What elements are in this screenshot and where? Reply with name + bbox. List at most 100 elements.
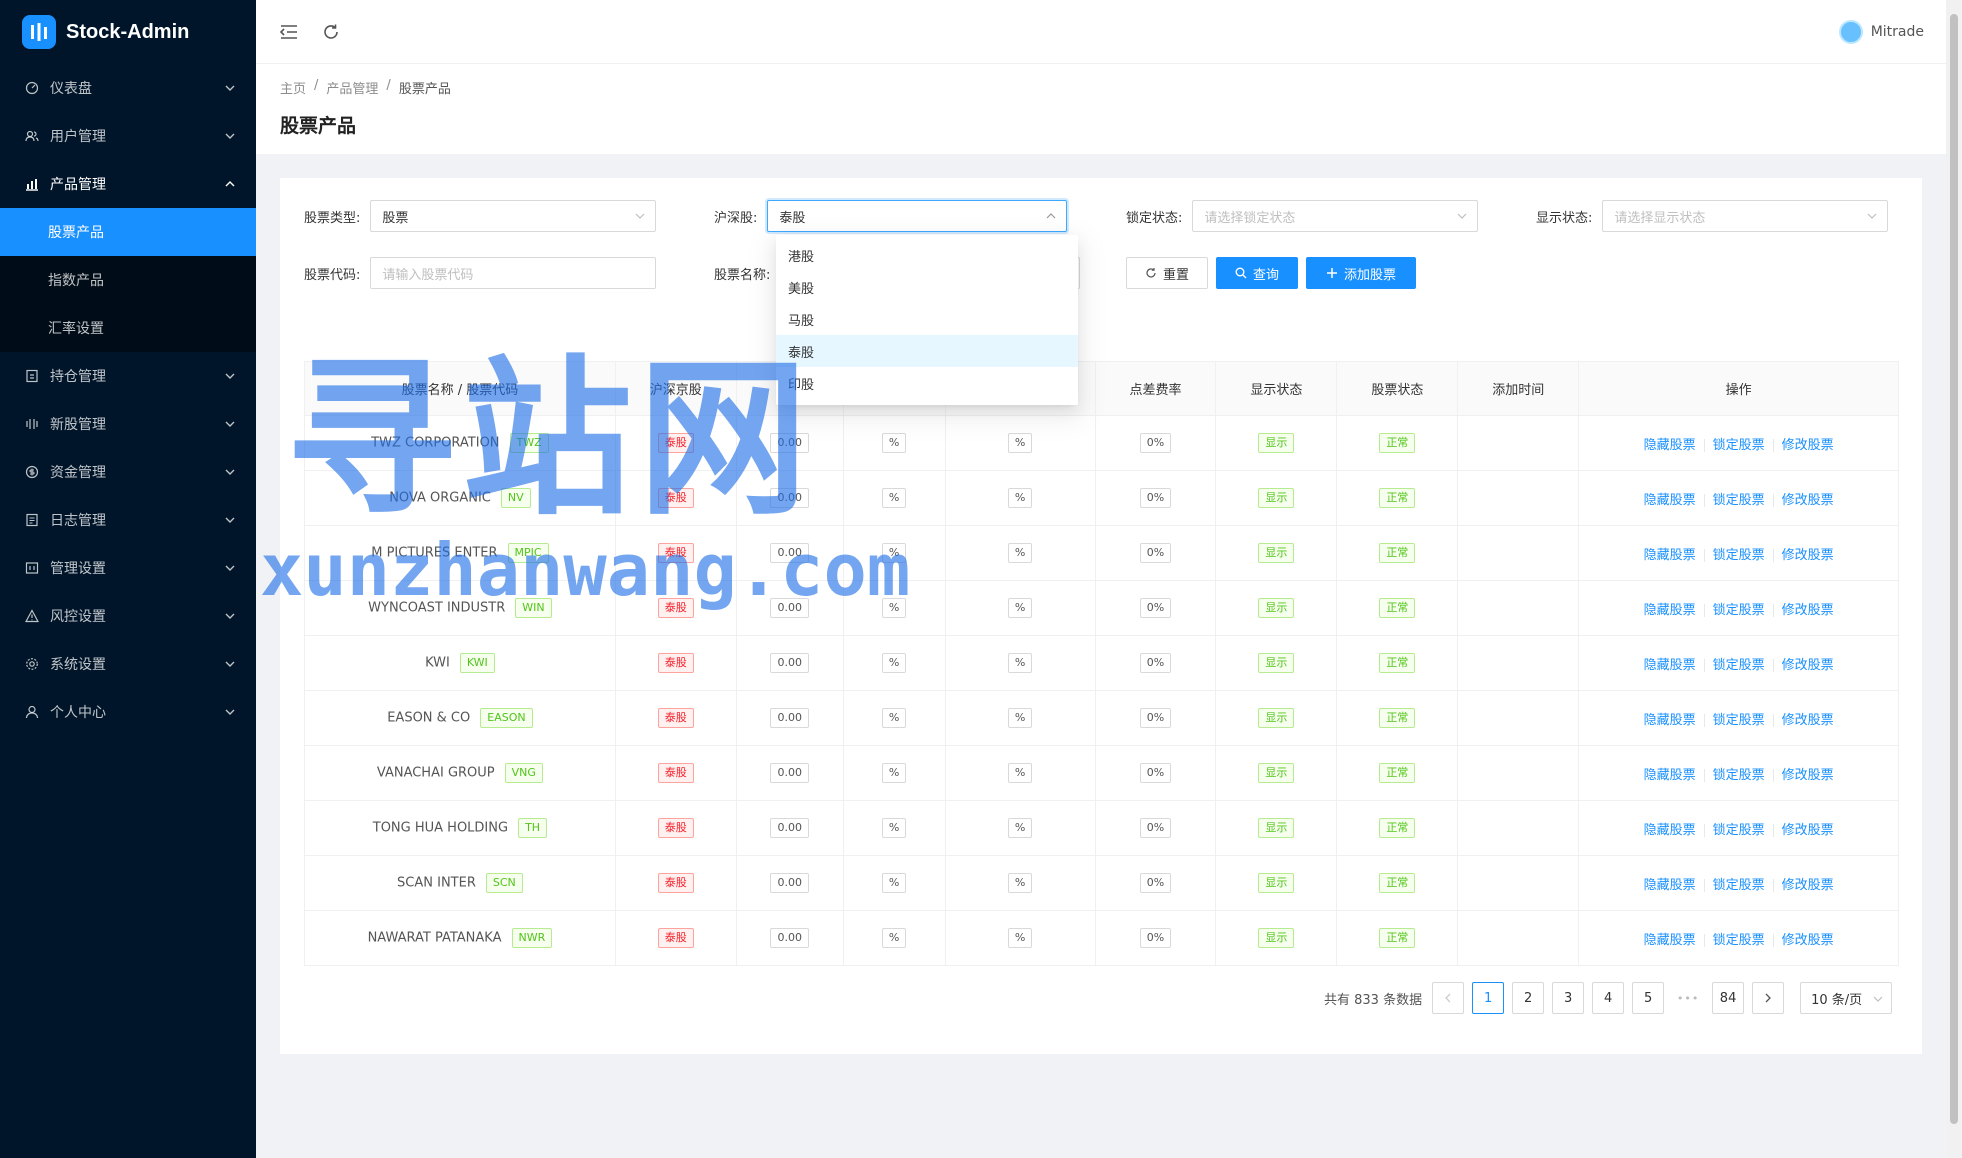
page-button-4[interactable]: 5 bbox=[1632, 982, 1665, 1014]
submenu-item-1[interactable]: 指数产品 bbox=[0, 256, 256, 304]
hide-stock-link[interactable]: 隐藏股票 bbox=[1644, 658, 1696, 673]
lock-stock-link[interactable]: 锁定股票 bbox=[1713, 493, 1765, 508]
page-scrollbar[interactable] bbox=[1946, 0, 1962, 1158]
price-tag: 0.00 bbox=[770, 598, 809, 618]
lock-stock-link[interactable]: 锁定股票 bbox=[1713, 933, 1765, 948]
market-select[interactable]: 泰股 bbox=[767, 200, 1068, 232]
last-page-button[interactable]: 84 bbox=[1712, 982, 1745, 1014]
submenu-product: 股票产品 指数产品 汇率设置 bbox=[0, 208, 256, 352]
price-cell: 0.00 bbox=[735, 800, 844, 856]
sidebar-item-3[interactable]: 持仓管理 bbox=[0, 352, 256, 400]
sidebar-item-2[interactable]: 产品管理 bbox=[0, 160, 256, 208]
lock-stock-link[interactable]: 锁定股票 bbox=[1713, 658, 1765, 673]
edit-stock-link[interactable]: 修改股票 bbox=[1782, 548, 1834, 563]
page-button-2[interactable]: 3 bbox=[1552, 982, 1585, 1014]
percent-tag: % bbox=[881, 543, 907, 563]
hide-stock-link[interactable]: 隐藏股票 bbox=[1644, 823, 1696, 838]
edit-stock-link[interactable]: 修改股票 bbox=[1782, 823, 1834, 838]
stock-status-tag: 正常 bbox=[1379, 543, 1416, 563]
sidebar-item-1[interactable]: 用户管理 bbox=[0, 112, 256, 160]
sidebar-item-7[interactable]: 管理设置 bbox=[0, 544, 256, 592]
next-page-button[interactable] bbox=[1752, 982, 1785, 1014]
lock-stock-link[interactable]: 锁定股票 bbox=[1713, 603, 1765, 618]
actions-cell: 隐藏股票 锁定股票 修改股票 bbox=[1578, 525, 1899, 581]
submenu-item-2[interactable]: 汇率设置 bbox=[0, 304, 256, 352]
price-tag: 0.00 bbox=[770, 928, 809, 948]
lock-stock-link[interactable]: 锁定股票 bbox=[1713, 768, 1765, 783]
breadcrumb-home[interactable]: 主页 bbox=[280, 78, 306, 97]
sidebar-item-10[interactable]: 个人中心 bbox=[0, 688, 256, 736]
sidebar-item-4[interactable]: 新股管理 bbox=[0, 400, 256, 448]
stock-code-input[interactable]: 请输入股票代码 bbox=[370, 257, 657, 289]
spread-tag: 0% bbox=[1139, 763, 1172, 783]
display-status-select[interactable]: 请选择显示状态 bbox=[1602, 200, 1889, 232]
sidebar-item-8[interactable]: 风控设置 bbox=[0, 592, 256, 640]
display-cell: 显示 bbox=[1215, 800, 1338, 856]
menu-fold-icon[interactable] bbox=[278, 21, 300, 43]
stock-code-label: 股票代码: bbox=[304, 267, 361, 283]
lock-stock-link[interactable]: 锁定股票 bbox=[1713, 823, 1765, 838]
scrollbar-thumb[interactable] bbox=[1950, 14, 1958, 1124]
pagination-ellipsis[interactable]: ••• bbox=[1672, 992, 1704, 1005]
edit-stock-link[interactable]: 修改股票 bbox=[1782, 493, 1834, 508]
edit-stock-link[interactable]: 修改股票 bbox=[1782, 933, 1834, 948]
market-cell: 泰股 bbox=[614, 745, 737, 801]
lock-stock-link[interactable]: 锁定股票 bbox=[1713, 878, 1765, 893]
hide-stock-link[interactable]: 隐藏股票 bbox=[1644, 713, 1696, 728]
hide-stock-link[interactable]: 隐藏股票 bbox=[1644, 878, 1696, 893]
edit-stock-link[interactable]: 修改股票 bbox=[1782, 438, 1834, 453]
edit-stock-link[interactable]: 修改股票 bbox=[1782, 603, 1834, 618]
stock-name-cell: EASON & CO EASON bbox=[304, 690, 616, 746]
logo[interactable]: Stock-Admin bbox=[0, 0, 256, 64]
market-option-1[interactable]: 美股 bbox=[776, 271, 1078, 303]
chevron-up-icon bbox=[1046, 213, 1056, 219]
page-button-1[interactable]: 2 bbox=[1512, 982, 1545, 1014]
prev-page-button[interactable] bbox=[1432, 982, 1465, 1014]
lock-status-select[interactable]: 请选择锁定状态 bbox=[1192, 200, 1479, 232]
column-header-0: 股票名称 / 股票代码 bbox=[304, 361, 616, 416]
sidebar-item-5[interactable]: 资金管理 bbox=[0, 448, 256, 496]
lock-stock-link[interactable]: 锁定股票 bbox=[1713, 548, 1765, 563]
sidebar-item-9[interactable]: 系统设置 bbox=[0, 640, 256, 688]
action-divider bbox=[1772, 493, 1774, 507]
column-header-1: 沪深京股 bbox=[614, 361, 737, 416]
market-option-2[interactable]: 马股 bbox=[776, 303, 1078, 335]
stock-name: NAWARAT PATANAKA bbox=[367, 930, 502, 946]
query-button[interactable]: 查询 bbox=[1216, 257, 1298, 289]
reset-button[interactable]: 重置 bbox=[1126, 257, 1208, 289]
page-button-3[interactable]: 4 bbox=[1592, 982, 1625, 1014]
hide-stock-link[interactable]: 隐藏股票 bbox=[1644, 438, 1696, 453]
breadcrumb-product[interactable]: 产品管理 bbox=[326, 78, 378, 97]
edit-stock-link[interactable]: 修改股票 bbox=[1782, 713, 1834, 728]
market-option-0[interactable]: 港股 bbox=[776, 239, 1078, 271]
market-option-4[interactable]: 印股 bbox=[776, 367, 1078, 399]
hide-stock-link[interactable]: 隐藏股票 bbox=[1644, 933, 1696, 948]
added-time-cell bbox=[1457, 470, 1580, 526]
display-cell: 显示 bbox=[1215, 855, 1338, 911]
page-size-select[interactable]: 10 条/页 bbox=[1800, 982, 1893, 1014]
spread-tag: 0% bbox=[1139, 818, 1172, 838]
page-button-0[interactable]: 1 bbox=[1472, 982, 1505, 1014]
refresh-icon[interactable] bbox=[320, 21, 342, 43]
edit-stock-link[interactable]: 修改股票 bbox=[1782, 768, 1834, 783]
user-menu[interactable]: Mitrade bbox=[1838, 19, 1924, 44]
sidebar-item-label: 风控设置 bbox=[50, 609, 106, 625]
stock-name-cell: SCAN INTER SCN bbox=[304, 855, 616, 911]
submenu-item-0[interactable]: 股票产品 bbox=[0, 208, 256, 256]
lock-stock-link[interactable]: 锁定股票 bbox=[1713, 713, 1765, 728]
edit-stock-link[interactable]: 修改股票 bbox=[1782, 658, 1834, 673]
sidebar-item-6[interactable]: 日志管理 bbox=[0, 496, 256, 544]
stock-type-select[interactable]: 股票 bbox=[370, 200, 657, 232]
hide-stock-link[interactable]: 隐藏股票 bbox=[1644, 548, 1696, 563]
add-stock-button[interactable]: 添加股票 bbox=[1306, 257, 1416, 289]
sidebar-item-0[interactable]: 仪表盘 bbox=[0, 64, 256, 112]
market-option-3[interactable]: 泰股 bbox=[776, 335, 1078, 367]
added-time-cell bbox=[1457, 855, 1580, 911]
sidebar-item-label: 新股管理 bbox=[50, 417, 106, 433]
hide-stock-link[interactable]: 隐藏股票 bbox=[1644, 603, 1696, 618]
lock-stock-link[interactable]: 锁定股票 bbox=[1713, 438, 1765, 453]
edit-stock-link[interactable]: 修改股票 bbox=[1782, 878, 1834, 893]
percent-cell-1: % bbox=[842, 855, 946, 911]
hide-stock-link[interactable]: 隐藏股票 bbox=[1644, 493, 1696, 508]
hide-stock-link[interactable]: 隐藏股票 bbox=[1644, 768, 1696, 783]
